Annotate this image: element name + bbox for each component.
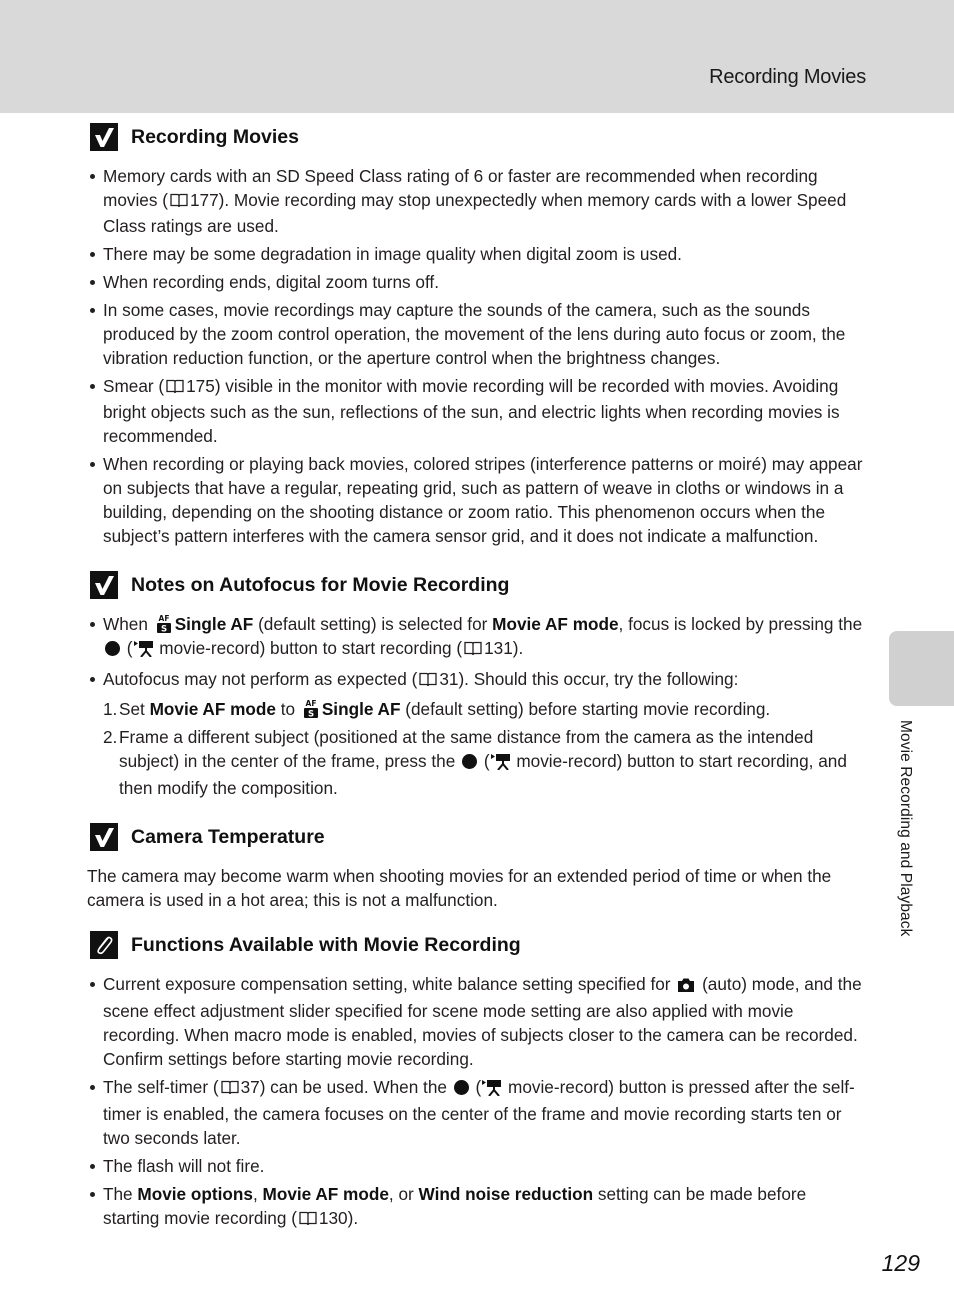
list-item: Autofocus may not perform as expected (3… [87,667,867,693]
section-heading: Recording Movies [90,120,867,154]
list-item: In some cases, movie recordings may capt… [87,298,867,370]
svg-text:AF: AF [158,614,169,623]
svg-text:S: S [161,625,167,634]
svg-text:AF: AF [305,699,316,708]
list-item: The flash will not fire. [87,1154,867,1178]
section-title: Functions Available with Movie Recording [131,934,521,956]
book-reference-icon [166,376,184,400]
numbered-list: 1. Set Movie AF mode to AF S Single AF (def… [87,697,867,800]
check-note-icon [90,571,118,599]
movie-camera-icon [482,1078,502,1102]
book-reference-icon [464,638,482,662]
list-item: When AF S Single AF (default setting) is s… [87,612,867,663]
bullet-list: Memory cards with an SD Speed Class rati… [87,164,867,548]
list-item: There may be some degradation in image q… [87,242,867,266]
page-reference[interactable]: 175 [186,376,215,396]
section-title: Camera Temperature [131,826,325,848]
paperclip-note-icon [90,931,118,959]
list-item: Current exposure compensation setting, w… [87,972,867,1071]
running-head: Recording Movies [709,66,866,88]
page-reference[interactable]: 131 [484,638,513,658]
book-reference-icon [220,1077,239,1101]
page-reference[interactable]: 31 [439,669,458,689]
af-single-icon: AF S [303,699,319,720]
section-title: Notes on Autofocus for Movie Recording [131,574,510,596]
record-button-icon [453,1080,469,1095]
list-item: Smear (175) visible in the monitor with … [87,374,867,448]
svg-text:S: S [308,710,314,719]
page-reference[interactable]: 130 [319,1208,348,1228]
list-item: Memory cards with an SD Speed Class rati… [87,164,867,238]
page-reference[interactable]: 177 [190,190,219,210]
header-band [0,0,954,113]
list-item: 2. Frame a different subject (positioned … [103,727,847,798]
list-item: The self-timer (37) can be used. When th… [87,1075,867,1150]
auto-mode-camera-icon [677,975,695,999]
movie-camera-icon [490,752,511,776]
book-reference-icon [419,669,437,693]
section-paragraph: The camera may become warm when shooting… [87,866,832,910]
book-reference-icon [170,190,188,214]
section-heading: Functions Available with Movie Recording [90,928,867,962]
check-note-icon [90,823,118,851]
movie-camera-icon [133,639,154,663]
page-content: Recording Movies Memory cards with an SD… [87,120,867,1236]
record-button-icon [462,754,478,769]
page-reference[interactable]: 37 [241,1077,260,1097]
bullet-list: Current exposure compensation setting, w… [87,972,867,1232]
section-title: Recording Movies [131,126,299,148]
af-single-icon: AF S [156,614,172,635]
bullet-list: When AF S Single AF (default setting) is s… [87,612,867,693]
chapter-tab[interactable] [889,631,954,706]
chapter-tab-label: Movie Recording and Playback [897,720,914,937]
book-reference-icon [299,1208,317,1232]
list-item: The Movie options, Movie AF mode, or Win… [87,1182,867,1232]
list-item: When recording or playing back movies, c… [87,452,867,548]
section-heading: Notes on Autofocus for Movie Recording [90,568,867,602]
page-number: 129 [881,1250,920,1276]
check-note-icon [90,123,118,151]
record-button-icon [105,641,120,656]
list-item: 1. Set Movie AF mode to AF S Single AF (def… [103,699,771,720]
section-heading: Camera Temperature [90,820,867,854]
list-item: When recording ends, digital zoom turns … [87,270,867,294]
